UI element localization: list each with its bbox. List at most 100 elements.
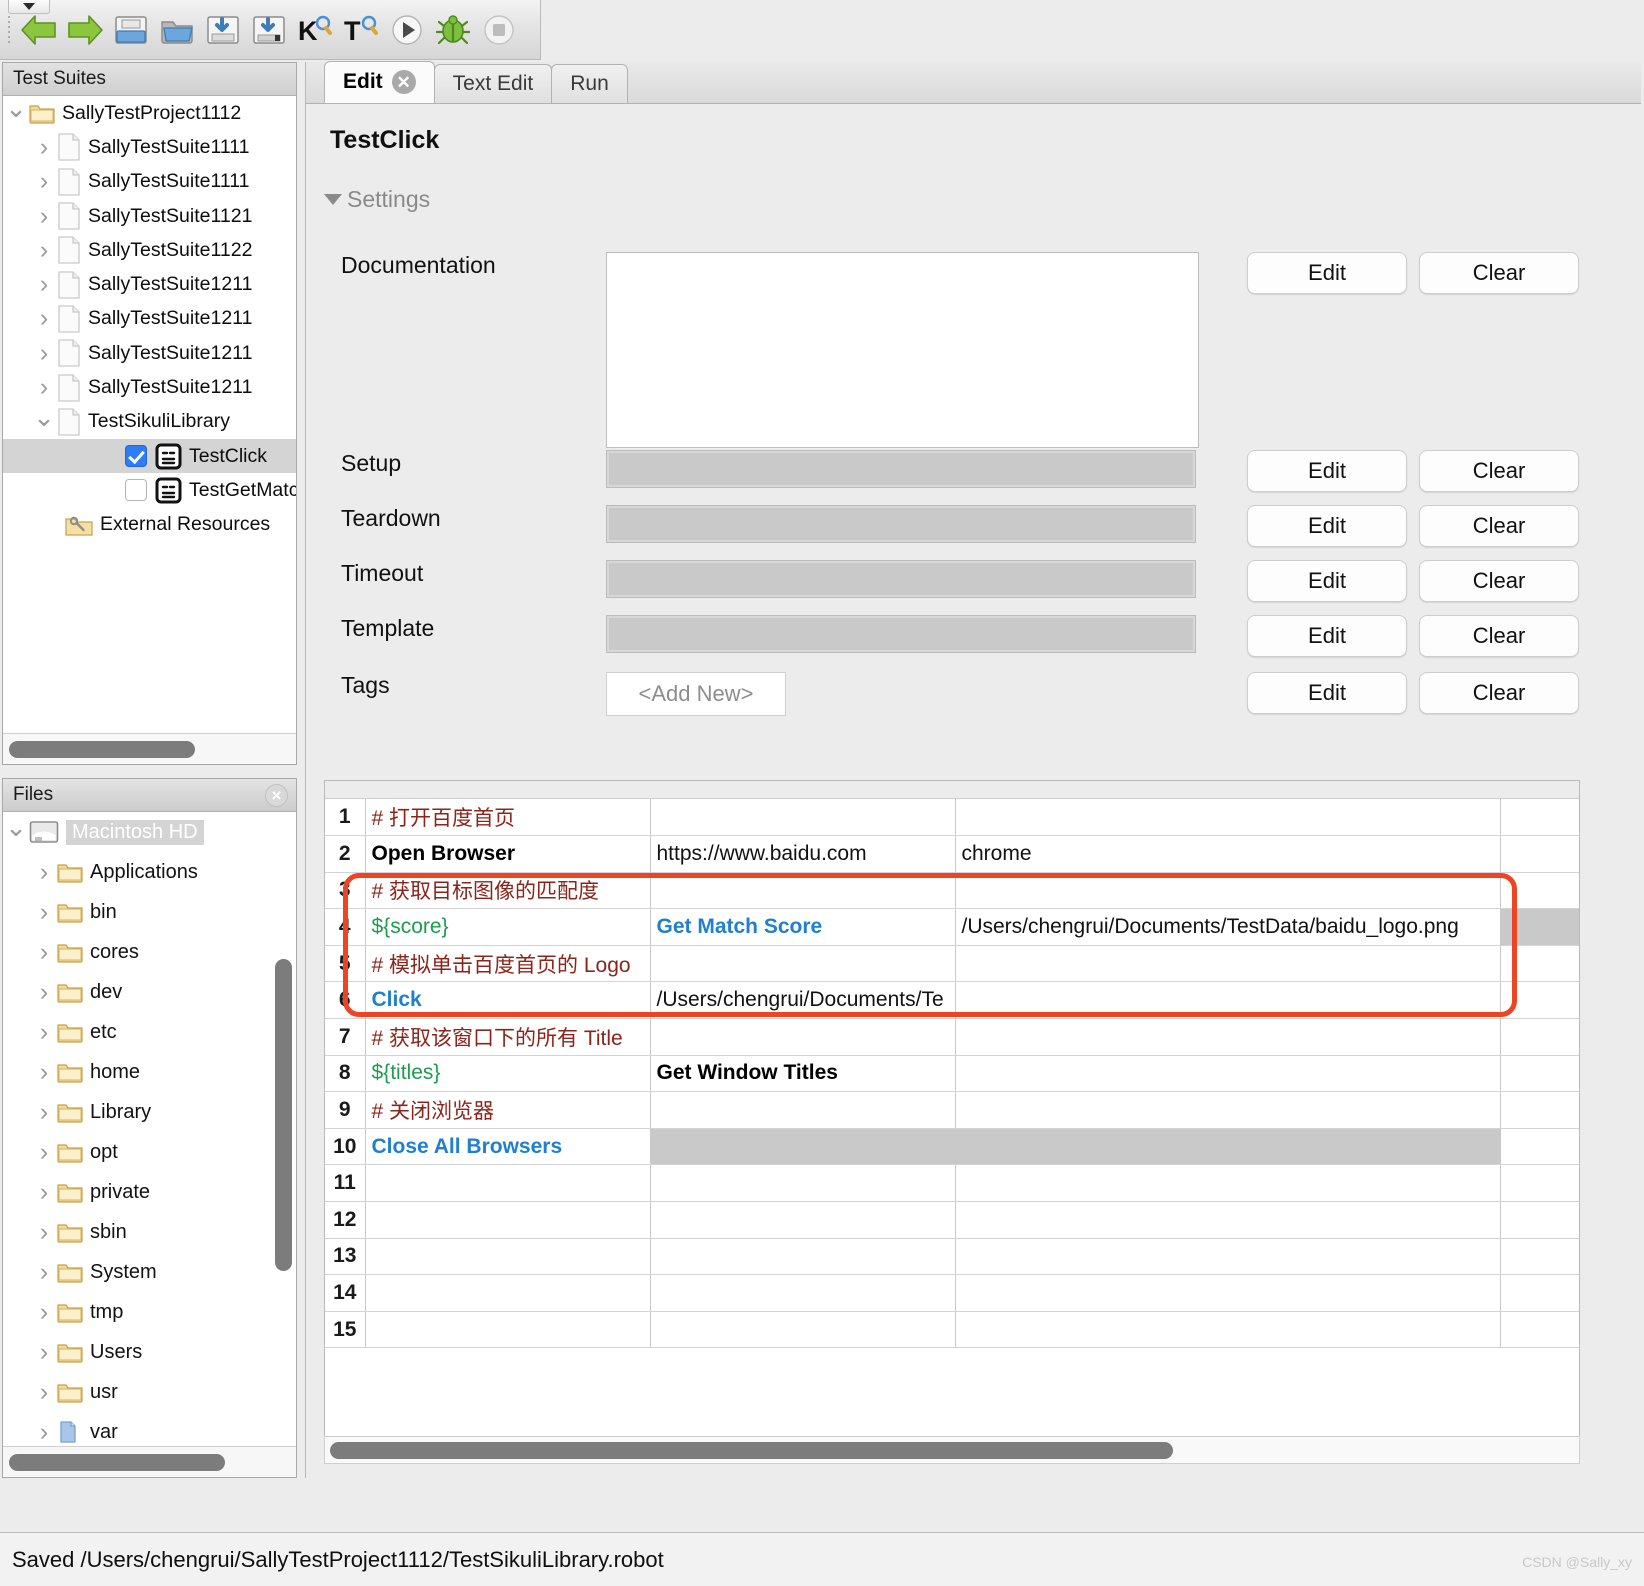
table-row[interactable]: 9 # 关闭浏览器 [325,1091,1579,1129]
grid-cell[interactable] [955,1201,1501,1239]
grid-cell[interactable] [365,1274,651,1312]
grid-cell[interactable] [1500,1018,1579,1056]
clear-button[interactable]: Clear [1419,560,1579,602]
grid-cell[interactable]: Get Match Score [650,908,956,946]
file-tree-item[interactable]: private [3,1172,296,1212]
chevron-right-icon[interactable] [31,236,57,265]
suite-tree-item[interactable]: TestClick [3,438,296,474]
edit-button[interactable]: Edit [1247,672,1407,714]
suites-scrollbar-thumb[interactable] [9,740,195,758]
suite-tree-item[interactable]: SallyTestSuite1211 [3,336,296,370]
grid-cell[interactable] [1500,835,1579,873]
table-row[interactable]: 2 Open Browser https://www.baidu.com chrome [325,835,1579,873]
grid-cell[interactable] [650,872,956,910]
table-row[interactable]: 6 Click/Users/chengrui/Documents/Te [325,981,1579,1020]
edit-button[interactable]: Edit [1247,615,1407,657]
suite-tree-item[interactable]: SallyTestSuite1211 [3,302,296,336]
table-row[interactable]: 11 [325,1164,1579,1203]
close-icon[interactable]: × [265,784,288,807]
grid-cell[interactable] [650,1018,956,1056]
suite-tree-item[interactable]: TestSikuliLibrary [3,405,296,439]
grid-cell[interactable] [955,1018,1501,1056]
suite-tree-item[interactable]: External Resources [3,508,296,542]
table-row[interactable]: 3 # 获取目标图像的匹配度 [325,872,1579,910]
suite-tree-item[interactable]: SallyTestSuite1211 [3,267,296,301]
table-row[interactable]: 13 [325,1238,1579,1276]
chevron-down-icon[interactable] [31,417,57,427]
template-input[interactable] [606,615,1196,653]
files-scrollbar-thumb[interactable] [9,1453,225,1471]
grid-scrollbar-thumb[interactable] [330,1441,1173,1459]
testcase-checkbox[interactable] [125,479,147,502]
file-tree-item[interactable]: var [3,1412,296,1445]
grid-cell[interactable] [1500,1311,1579,1349]
folder-icon[interactable] [154,7,200,53]
documentation-input[interactable] [606,252,1199,448]
grid-cell[interactable] [1500,1201,1579,1239]
chevron-right-icon[interactable] [31,1418,57,1446]
grid-cell[interactable] [650,1128,956,1166]
chevron-right-icon[interactable] [31,1018,57,1047]
clear-button[interactable]: Clear [1419,252,1579,294]
chevron-right-icon[interactable] [31,133,57,162]
grid-cell[interactable] [365,1201,651,1239]
grid-cell[interactable] [955,799,1501,837]
chevron-right-icon[interactable] [31,1058,57,1087]
stop-icon[interactable] [476,7,522,53]
file-tree-item[interactable]: etc [3,1012,296,1052]
chevron-right-icon[interactable] [31,858,57,887]
grid-cell[interactable] [650,1201,956,1239]
grid-cell[interactable] [955,1164,1501,1203]
clear-button[interactable]: Clear [1419,450,1579,492]
grid-cell[interactable] [955,945,1501,983]
grid-cell[interactable] [1500,799,1579,837]
test-suites-tree[interactable]: SallyTestProject1112 SallyTestSuite1111 Sa… [3,96,296,732]
grid-cell[interactable] [1500,1238,1579,1276]
grid-cell[interactable] [650,1164,956,1203]
testcase-checkbox[interactable] [125,445,147,468]
chevron-right-icon[interactable] [31,167,57,196]
file-tree-item[interactable]: System [3,1252,296,1292]
grid-cell[interactable] [955,1238,1501,1276]
grid-cell[interactable] [650,1238,956,1276]
grid-cell[interactable] [365,1238,651,1276]
run-icon[interactable] [384,7,430,53]
forward-arrow-icon[interactable] [62,7,108,53]
tags-add-new-field[interactable]: <Add New> [606,672,786,716]
chevron-right-icon[interactable] [31,202,57,231]
suite-tree-item[interactable]: SallyTestSuite1211 [3,370,296,404]
tab-edit[interactable]: Edit ✕ [324,61,435,103]
file-tree-item[interactable]: Library [3,1092,296,1132]
clear-button[interactable]: Clear [1419,615,1579,657]
toolbar-drag-handle[interactable] [8,0,50,14]
grid-horizontal-scrollbar[interactable] [324,1436,1580,1464]
file-tree-item[interactable]: home [3,1052,296,1092]
file-tree-item[interactable]: opt [3,1132,296,1172]
chevron-down-icon[interactable] [3,108,29,118]
suite-tree-item[interactable]: TestGetMatchScore [3,473,296,507]
edit-button[interactable]: Edit [1247,252,1407,294]
file-tree-item[interactable]: cores [3,932,296,972]
grid-cell[interactable] [1500,1055,1579,1093]
grid-cell[interactable]: Close All Browsers [365,1128,651,1166]
save-all-icon[interactable] [246,7,292,53]
grid-cell[interactable]: # 获取目标图像的匹配度 [365,872,651,910]
grid-cell[interactable]: /Users/chengrui/Documents/Te [650,981,956,1020]
grid-cell[interactable] [650,799,956,837]
suites-horizontal-scrollbar[interactable] [3,733,296,764]
grid-cell[interactable] [955,981,1501,1020]
chevron-right-icon[interactable] [31,1218,57,1247]
grid-cell[interactable]: # 关闭浏览器 [365,1091,651,1129]
test-steps-grid[interactable]: 1 # 打开百度首页 2 Open Browser https://www.baidu.… [324,780,1580,1438]
grid-cell[interactable] [1500,1274,1579,1312]
grid-cell[interactable] [1500,945,1579,983]
chevron-right-icon[interactable] [31,1378,57,1407]
table-row[interactable]: 7 # 获取该窗口下的所有 Title [325,1018,1579,1056]
tab-run[interactable]: Run [551,64,628,103]
grid-cell[interactable] [955,1091,1501,1129]
suite-tree-item[interactable]: SallyTestSuite1111 [3,130,296,164]
file-tree-item[interactable]: Users [3,1332,296,1372]
settings-collapse-toggle[interactable]: Settings [324,186,430,213]
grid-cell[interactable]: Click [365,981,651,1020]
suite-tree-item[interactable]: SallyTestSuite1121 [3,199,296,233]
